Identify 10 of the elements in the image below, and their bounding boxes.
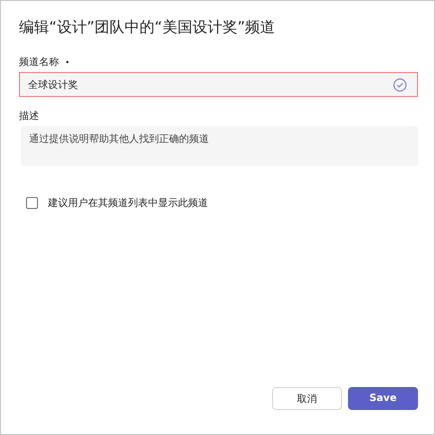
channel-name-field[interactable]: 全球设计奖: [19, 72, 418, 97]
checkbox[interactable]: [26, 197, 38, 209]
field-label: 描述: [19, 110, 39, 123]
checkbox-label: 建议用户在其频道列表中显示此频道: [48, 196, 208, 210]
dialog-title: 编辑“设计”团队中的“美国设计奖”频道: [19, 18, 276, 37]
field-label: 频道名称: [19, 56, 59, 69]
required-mark: •: [65, 58, 70, 66]
dialog-button[interactable]: 取消: [272, 387, 342, 410]
description-field[interactable]: 通过提供说明帮助其他人找到正确的频道: [21, 126, 418, 166]
dialog-button[interactable]: Save: [348, 387, 418, 410]
